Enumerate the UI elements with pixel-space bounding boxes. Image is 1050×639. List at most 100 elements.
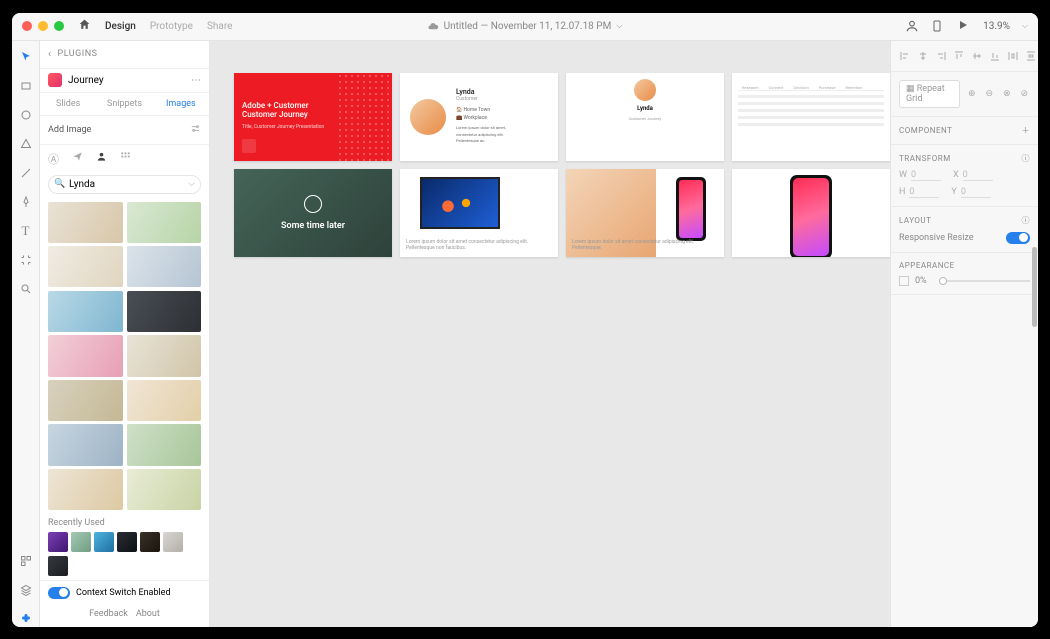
- line-tool-icon[interactable]: [18, 165, 34, 181]
- boolean-subtract-icon[interactable]: ⊖: [984, 87, 995, 101]
- scrollbar-thumb[interactable]: [1032, 247, 1037, 327]
- plugins-icon[interactable]: [18, 611, 34, 627]
- home-icon[interactable]: [78, 18, 91, 34]
- responsive-toggle[interactable]: [1006, 232, 1030, 244]
- image-thumb[interactable]: [127, 469, 202, 510]
- x-input[interactable]: [963, 170, 993, 181]
- device-preview-icon[interactable]: [931, 19, 945, 33]
- tab-design[interactable]: Design: [105, 21, 136, 32]
- search-row: 🔍 ⌵: [40, 171, 209, 198]
- select-tool-icon[interactable]: [18, 49, 34, 65]
- recent-thumb[interactable]: [48, 556, 68, 576]
- image-thumb[interactable]: [48, 424, 123, 465]
- artboard[interactable]: Lorem ipsum dolor sit amet consectetur a…: [400, 169, 558, 257]
- y-input[interactable]: [961, 187, 991, 198]
- artboard[interactable]: [732, 169, 890, 257]
- document-title[interactable]: Untitled — November 11, 12.07.18 PM ⌵: [428, 21, 623, 32]
- image-thumb[interactable]: [127, 335, 202, 376]
- layers-icon[interactable]: [18, 582, 34, 598]
- opacity-checkbox[interactable]: [899, 276, 909, 286]
- tab-snippets[interactable]: Snippets: [96, 93, 152, 115]
- play-icon[interactable]: [957, 19, 971, 33]
- zoom-level[interactable]: 13.9%: [983, 21, 1010, 32]
- polygon-tool-icon[interactable]: [18, 136, 34, 152]
- profile-icon[interactable]: [905, 19, 919, 33]
- opacity-slider[interactable]: [939, 280, 1030, 282]
- tab-prototype[interactable]: Prototype: [150, 21, 193, 32]
- maximize-window-button[interactable]: [54, 21, 64, 31]
- height-input[interactable]: [909, 187, 939, 198]
- recent-thumbs-row2: [48, 556, 201, 576]
- user-icon[interactable]: [96, 151, 110, 165]
- adobe-stock-icon[interactable]: Ⓐ: [48, 151, 62, 165]
- minimize-window-button[interactable]: [38, 21, 48, 31]
- settings-sliders-icon[interactable]: [190, 123, 201, 137]
- repeat-grid-button[interactable]: ▦ Repeat Grid: [899, 80, 960, 108]
- window-controls: [12, 21, 64, 31]
- recent-thumb[interactable]: [48, 532, 68, 552]
- artboard[interactable]: Adobe + CustomerCustomer Journey Title, …: [234, 73, 392, 161]
- artboard[interactable]: Lorem ipsum dolor sit amet consectetur a…: [566, 169, 724, 257]
- ellipse-tool-icon[interactable]: [18, 107, 34, 123]
- align-bottom-icon[interactable]: [989, 49, 1001, 63]
- image-thumb[interactable]: [48, 469, 123, 510]
- about-link[interactable]: About: [136, 609, 160, 619]
- image-thumb[interactable]: [48, 380, 123, 421]
- align-top-icon[interactable]: [953, 49, 965, 63]
- assets-icon[interactable]: [18, 553, 34, 569]
- send-icon[interactable]: [72, 151, 86, 165]
- align-vcenter-icon[interactable]: [971, 49, 983, 63]
- image-thumb[interactable]: [127, 380, 202, 421]
- align-hcenter-icon[interactable]: [917, 49, 929, 63]
- align-left-icon[interactable]: [899, 49, 911, 63]
- image-thumb[interactable]: [127, 291, 202, 332]
- boolean-add-icon[interactable]: ⊕: [966, 87, 977, 101]
- more-icon[interactable]: ⋯: [191, 75, 201, 86]
- align-right-icon[interactable]: [935, 49, 947, 63]
- recent-thumb[interactable]: [94, 532, 114, 552]
- canvas[interactable]: Adobe + CustomerCustomer Journey Title, …: [210, 41, 890, 627]
- info-icon[interactable]: ⓘ: [1022, 153, 1031, 164]
- search-input[interactable]: [48, 175, 201, 194]
- width-input[interactable]: [911, 170, 941, 181]
- image-thumb[interactable]: [127, 424, 202, 465]
- feedback-link[interactable]: Feedback: [89, 609, 128, 619]
- image-thumb[interactable]: [127, 202, 202, 243]
- image-thumb[interactable]: [48, 291, 123, 332]
- artboard[interactable]: Some time later: [234, 169, 392, 257]
- plugin-logo-icon: [48, 73, 62, 87]
- zoom-tool-icon[interactable]: [18, 281, 34, 297]
- distribute-v-icon[interactable]: [1025, 49, 1037, 63]
- recent-thumb[interactable]: [71, 532, 91, 552]
- tab-images[interactable]: Images: [153, 93, 209, 115]
- info-icon[interactable]: ⓘ: [1022, 215, 1031, 226]
- image-thumb[interactable]: [48, 246, 123, 287]
- image-thumb[interactable]: [127, 246, 202, 287]
- chevron-down-icon[interactable]: ⌵: [188, 179, 195, 189]
- artboard[interactable]: Lynda Customer Journey: [566, 73, 724, 161]
- artboard[interactable]: ResearchConnectDecisionPurchaseRetention: [732, 73, 890, 161]
- image-thumb[interactable]: [48, 335, 123, 376]
- distribute-h-icon[interactable]: [1007, 49, 1019, 63]
- chevron-down-icon[interactable]: ⌵: [1022, 21, 1028, 31]
- recent-thumb[interactable]: [140, 532, 160, 552]
- tab-share[interactable]: Share: [207, 21, 232, 32]
- image-thumb[interactable]: [48, 202, 123, 243]
- recent-thumbs: [48, 532, 201, 552]
- artboard-tool-icon[interactable]: [18, 252, 34, 268]
- recent-thumb[interactable]: [117, 532, 137, 552]
- context-switch-toggle[interactable]: [48, 587, 70, 599]
- close-window-button[interactable]: [22, 21, 32, 31]
- grid-icon[interactable]: [120, 151, 134, 165]
- tv-mockup: [420, 177, 500, 229]
- boolean-exclude-icon[interactable]: ⊘: [1019, 87, 1030, 101]
- text-tool-icon[interactable]: T: [18, 223, 34, 239]
- pen-tool-icon[interactable]: [18, 194, 34, 210]
- back-chevron-icon[interactable]: ‹: [48, 49, 52, 60]
- rectangle-tool-icon[interactable]: [18, 78, 34, 94]
- recent-thumb[interactable]: [163, 532, 183, 552]
- artboard[interactable]: Lynda Customer 🏠 Home Town 💼 Workplace L…: [400, 73, 558, 161]
- add-component-icon[interactable]: ＋: [1022, 125, 1031, 136]
- boolean-intersect-icon[interactable]: ⊗: [1001, 87, 1012, 101]
- tab-slides[interactable]: Slides: [40, 93, 96, 115]
